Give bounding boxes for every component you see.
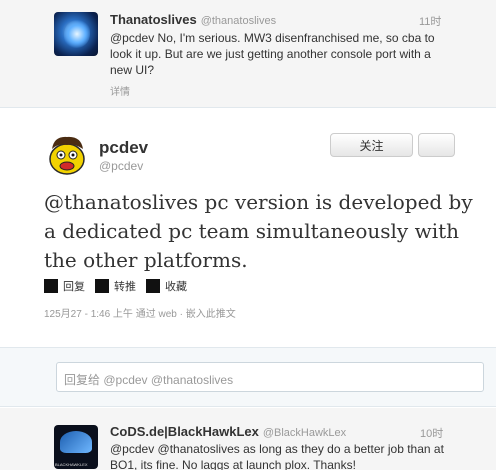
user-screen-name[interactable]: @thanatoslives [201,15,276,27]
reply-icon [44,279,58,293]
main-user-screen-name[interactable]: @pcdev [99,159,143,173]
tweet-header: Thanatoslives @thanatoslives [110,12,276,27]
avatar[interactable] [54,12,98,56]
tweet-text: @pcdev @thanatoslives as long as they do… [110,442,444,470]
tweet-time[interactable]: 10时 [420,425,443,441]
tweet-header: CoDS.de|BlackHawkLex @BlackHawkLex [110,424,346,439]
retweet-label: 转推 [114,281,136,293]
reply-action[interactable]: 回复 [44,278,85,294]
user-actions-button[interactable] [418,133,455,157]
tweet-meta: 125月27 - 1:46 上午 通过 web · 嵌入此推文 [44,309,236,320]
tweet-time[interactable]: 11时 [419,13,441,29]
user-screen-name[interactable]: @BlackHawkLex [263,427,346,439]
main-user-full-name[interactable]: pcdev [99,138,148,158]
user-full-name[interactable]: CoDS.de|BlackHawkLex [110,424,259,439]
favorite-icon [146,279,160,293]
tweet-actions: 回复 转推 收藏 [44,278,187,294]
retweet-icon [95,279,109,293]
follow-button[interactable]: 关注 [330,133,413,157]
details-link[interactable]: 详情 [110,83,130,98]
avatar[interactable]: BLACKHAWKLEX [54,425,98,469]
reply-label: 回复 [63,281,85,293]
avatar-art [64,20,90,48]
avatar-label: BLACKHAWKLEX [55,462,88,467]
retweet-action[interactable]: 转推 [95,278,136,294]
main-tweet-text: @thanatoslives pc version is developed b… [44,190,473,272]
pcdev-avatar[interactable] [44,131,90,177]
favorite-label: 收藏 [165,281,187,293]
tweet-text: @pcdev No, I'm serious. MW3 disenfranchi… [110,31,435,77]
avatar-art [60,431,92,453]
favorite-action[interactable]: 收藏 [146,278,187,294]
user-full-name[interactable]: Thanatoslives [110,12,197,27]
reply-input[interactable]: 回复给 @pcdev @thanatoslives [56,362,484,392]
